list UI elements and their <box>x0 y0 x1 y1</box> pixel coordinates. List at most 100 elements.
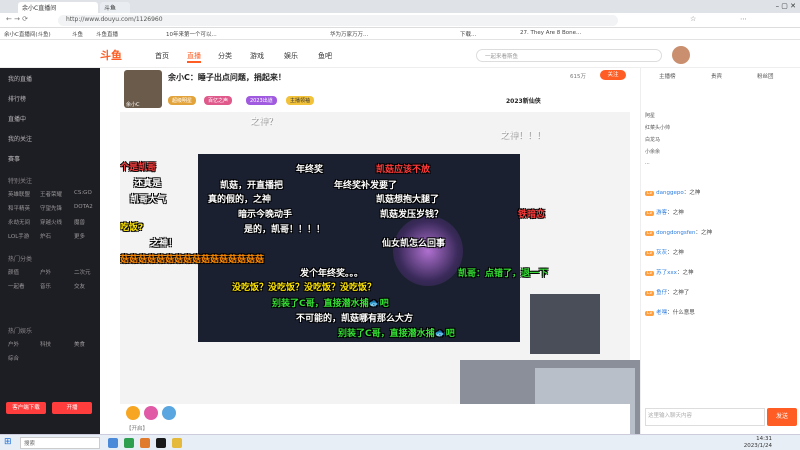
sidebar-item[interactable]: 我的直播 <box>8 74 32 83</box>
chat-message: Lv 老嘿：什么意思 <box>645 310 695 316</box>
sidebar-grid-item[interactable]: 守望先锋 <box>40 204 62 212</box>
danmaku: 凯菇应该不放 <box>376 165 431 175</box>
danmaku: 之神！！！ <box>500 131 546 141</box>
window-controls[interactable]: – ▢ ✕ <box>776 2 796 10</box>
site-search-input[interactable]: 一起来看斯鱼 <box>476 49 662 62</box>
chat-user[interactable]: 苏了xxx <box>656 270 677 276</box>
bookmark-item[interactable]: 10年来第一个可以... <box>166 30 217 38</box>
address-bar: ← → ⟳ http://www.douyu.com/1126960 ☆ ⋯ <box>0 13 800 28</box>
chat-user[interactable]: 游客 <box>656 210 667 216</box>
room-badge: 百亿之声 <box>204 96 233 105</box>
sidebar-item[interactable]: 直播中 <box>8 114 26 123</box>
tab-2[interactable]: 斗鱼 <box>100 2 130 13</box>
danmaku: 还真是 <box>134 179 162 189</box>
chat-user[interactable]: 老嘿 <box>656 310 667 316</box>
bookmark-item[interactable]: 斗鱼 <box>72 30 83 38</box>
danmaku: 凯菇，开直播把 <box>220 181 284 191</box>
sidebar-grid-item[interactable]: 户外 <box>40 268 51 276</box>
nav-category[interactable]: 分类 <box>218 51 232 61</box>
sidebar-grid-item[interactable]: 综合 <box>8 354 19 362</box>
nav-yuba[interactable]: 鱼吧 <box>318 51 332 61</box>
rank-row[interactable]: 小余余 <box>645 148 660 155</box>
bookmarks-bar: 余小C直播间(斗鱼) 斗鱼 斗鱼直播 10年来第一个可以... 华为万家万万..… <box>0 28 800 40</box>
bookmark-item[interactable]: 余小C直播间(斗鱼) <box>4 30 51 38</box>
gift-icon[interactable] <box>162 406 176 420</box>
app-icon[interactable] <box>140 438 150 448</box>
sidebar-item[interactable]: 赛事 <box>8 154 20 163</box>
danmaku: 暗示今晚动手 <box>238 210 293 220</box>
nav-live[interactable]: 直播 <box>187 51 201 63</box>
sidebar-grid-item[interactable]: 穿越火线 <box>40 218 62 226</box>
tab-anchor-rank[interactable]: 主播榜 <box>659 72 676 80</box>
bookmark-item[interactable]: 下载... <box>460 30 476 38</box>
clock[interactable]: 14:31 2023/1/24 <box>744 436 772 450</box>
chat-input[interactable]: 这里输入聊天内容 <box>645 408 765 426</box>
app-icon[interactable] <box>124 438 134 448</box>
rank-row[interactable]: 白龙马 <box>645 136 660 143</box>
nav-arrows-icon[interactable]: ← → ⟳ <box>6 15 28 23</box>
danmaku: 之神？ <box>250 117 278 127</box>
download-client-button[interactable]: 客户端下载 <box>6 402 46 414</box>
sidebar-grid-item[interactable]: 更多 <box>74 232 85 240</box>
sidebar-item[interactable]: 我的关注 <box>8 134 32 143</box>
rank-row[interactable]: 红菜头小帅 <box>645 124 670 131</box>
chat-panel: 主播榜 贵宾 粉丝团 阿星 红菜头小帅 白龙马 小余余 ... Lv dangge… <box>640 68 800 434</box>
webcam-feed <box>530 294 600 354</box>
year-badge: 2023新仙侠 <box>506 98 541 105</box>
site-logo[interactable]: 斗鱼 <box>100 47 122 63</box>
sidebar-grid-item[interactable]: 二次元 <box>74 268 91 276</box>
nav-ent[interactable]: 娱乐 <box>284 51 298 61</box>
danmaku: 年终奖补发要了 <box>334 181 398 191</box>
sidebar-item[interactable]: 排行榜 <box>8 94 26 103</box>
chat-user[interactable]: danggepo <box>656 190 684 196</box>
app-icon[interactable] <box>172 438 182 448</box>
sidebar-grid-item[interactable]: 音乐 <box>40 282 51 290</box>
tab-vip[interactable]: 贵宾 <box>711 72 722 80</box>
sidebar-grid-item[interactable]: 户外 <box>8 340 19 348</box>
app-icon[interactable] <box>156 438 166 448</box>
sidebar-grid-item[interactable]: DOTA2 <box>74 204 93 210</box>
nav-games[interactable]: 游戏 <box>250 51 264 61</box>
chat-text: 什么意思 <box>672 310 695 316</box>
sidebar-grid-item[interactable]: 颜值 <box>8 268 19 276</box>
gift-icon[interactable] <box>144 406 158 420</box>
bookmark-item[interactable]: 27. They Are 8 Bone... <box>520 30 581 36</box>
rank-row[interactable]: 阿星 <box>645 112 655 119</box>
follow-button[interactable]: 关注 <box>600 70 626 80</box>
tab-fans[interactable]: 粉丝团 <box>757 72 774 80</box>
sidebar-grid-item[interactable]: 一起看 <box>8 282 25 290</box>
chat-user[interactable]: dongdongsfen <box>656 230 695 236</box>
sidebar-grid-item[interactable]: 永劫无间 <box>8 218 30 226</box>
taskbar-search-input[interactable]: 搜索 <box>20 437 100 449</box>
danmaku: 年终奖 <box>296 165 324 175</box>
sidebar-grid-item[interactable]: 炉石 <box>40 232 51 240</box>
avatar[interactable] <box>672 46 690 64</box>
chat-user[interactable]: 灰灰 <box>656 250 667 256</box>
chat-text: 之神 <box>689 190 701 196</box>
bookmark-item[interactable]: 斗鱼直播 <box>96 30 118 38</box>
nav-home[interactable]: 首页 <box>155 51 169 61</box>
sidebar-grid-item[interactable]: 和平精英 <box>8 204 30 212</box>
sidebar-grid-item[interactable]: 魔兽 <box>74 218 85 226</box>
sidebar-grid-item[interactable]: 英雄联盟 <box>8 190 30 198</box>
bookmark-item[interactable]: 华为万家万万... <box>330 30 368 38</box>
app-icon[interactable] <box>108 438 118 448</box>
sidebar-grid-item[interactable]: CS:GO <box>74 190 92 196</box>
sidebar-grid-item[interactable]: LOL手游 <box>8 232 29 240</box>
gift-icon[interactable] <box>126 406 140 420</box>
chat-user[interactable]: 鱼仔 <box>656 290 667 296</box>
send-button[interactable]: 发送 <box>767 408 797 426</box>
star-icon[interactable]: ☆ <box>690 15 696 23</box>
tab-active[interactable]: 余小C直播间 <box>18 2 98 13</box>
url-input[interactable]: http://www.douyu.com/1126960 <box>58 15 618 26</box>
menu-icon[interactable]: ⋯ <box>740 15 747 23</box>
sidebar-grid-item[interactable]: 交友 <box>74 282 85 290</box>
start-stream-button[interactable]: 开播 <box>52 402 92 414</box>
sidebar-grid-item[interactable]: 美食 <box>74 340 85 348</box>
rank-row[interactable]: ... <box>645 160 650 166</box>
chat-message: Lv 灰灰：之神 <box>645 250 684 256</box>
level-badge: Lv <box>645 311 655 316</box>
sidebar-grid-item[interactable]: 王者荣耀 <box>40 190 62 198</box>
windows-start-icon[interactable]: ⊞ <box>4 437 12 447</box>
sidebar-grid-item[interactable]: 科技 <box>40 340 51 348</box>
